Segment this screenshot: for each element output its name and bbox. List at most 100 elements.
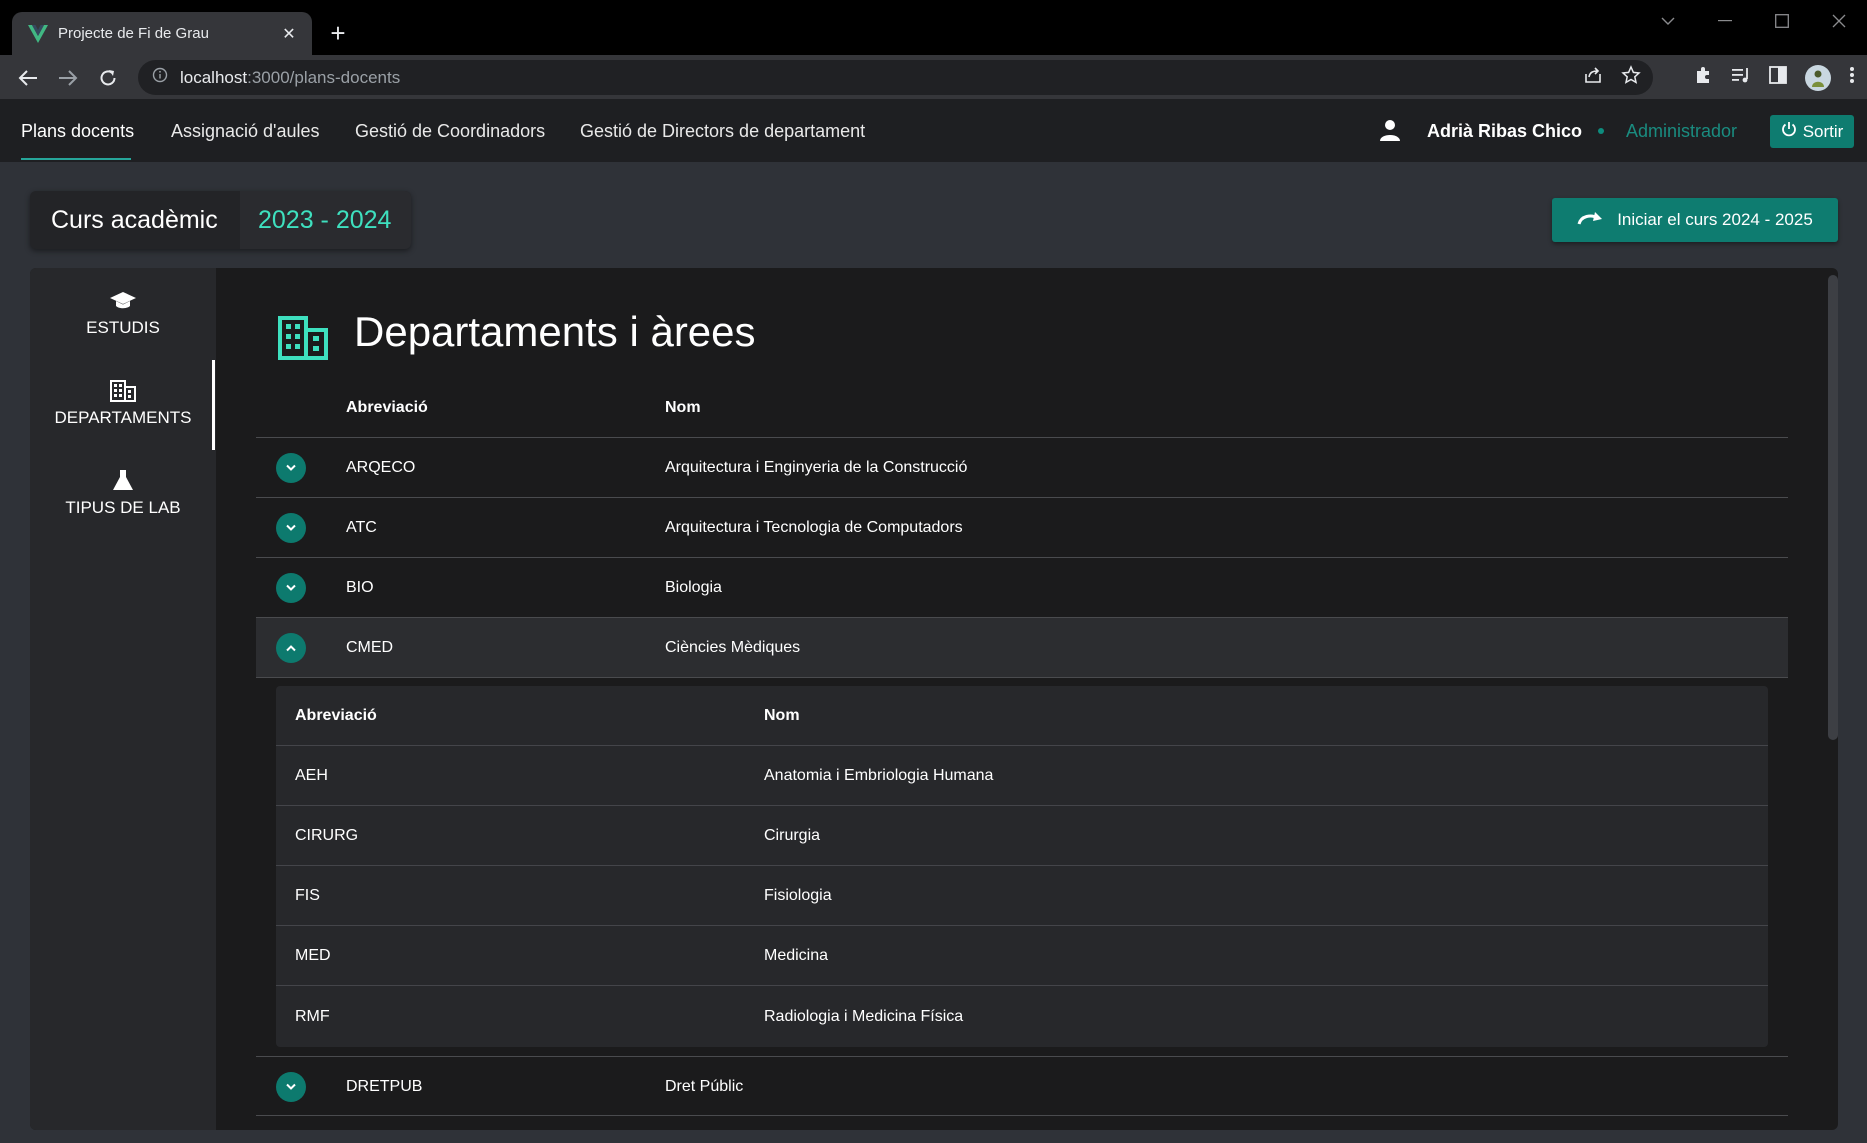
browser-menu-icon[interactable]	[1849, 66, 1855, 89]
sidebar-item-label: ESTUDIS	[86, 318, 160, 337]
areas-table-header: Abreviació Nom	[276, 686, 1768, 746]
area-name: Anatomia i Embriologia Humana	[764, 767, 994, 784]
nav-item-assignacio-aules[interactable]: Assignació d'aules	[171, 100, 320, 162]
site-info-icon[interactable]	[152, 67, 168, 88]
logout-label: Sortir	[1802, 121, 1844, 141]
maximize-icon[interactable]	[1753, 0, 1810, 42]
start-next-year-label: Iniciar el curs 2024 - 2025	[1617, 210, 1813, 229]
department-name: Dret Públic	[665, 1078, 744, 1095]
column-header-abbr[interactable]: Abreviació	[295, 686, 377, 746]
nav-item-gestio-coordinadors[interactable]: Gestió de Coordinadors	[355, 100, 545, 162]
new-tab-icon[interactable]: +	[324, 20, 352, 48]
department-abbr: BIO	[346, 579, 374, 596]
tab-close-icon[interactable]: ✕	[278, 23, 300, 45]
expand-button[interactable]	[276, 1072, 306, 1102]
sidebar-active-indicator	[212, 360, 215, 450]
area-name: Cirurgia	[764, 827, 821, 844]
column-header-name[interactable]: Nom	[764, 686, 800, 746]
bookmark-star-icon[interactable]	[1621, 65, 1641, 90]
departments-content: Departaments i àrees Abreviació Nom ARQE…	[216, 268, 1838, 1130]
graduation-cap-icon	[109, 284, 137, 312]
areas-table: Abreviació Nom AEH Anatomia i Embriologi…	[276, 686, 1768, 1047]
table-row[interactable]: FIS Fisiologia	[276, 866, 1768, 926]
table-row[interactable]: AEH Anatomia i Embriologia Humana	[276, 746, 1768, 806]
table-row[interactable]: ATC Arquitectura i Tecnologia de Computa…	[256, 498, 1788, 558]
side-panel-icon[interactable]	[1769, 66, 1787, 89]
sidebar-item-departaments[interactable]: DEPARTAMENTS	[30, 374, 216, 428]
academic-year-label: Curs acadèmic	[51, 205, 218, 234]
area-name: Medicina	[764, 947, 829, 964]
main-panel: ESTUDIS DEPARTAMENTS TIPUS DE LAB Depart…	[30, 268, 1838, 1130]
vue-logo-icon	[26, 22, 50, 46]
table-header: Abreviació Nom	[256, 378, 1788, 438]
page-title: Departaments i àrees	[354, 308, 756, 355]
department-abbr: CMED	[346, 639, 394, 656]
user-name: Adrià Ribas Chico	[1427, 120, 1583, 141]
expand-button[interactable]	[276, 573, 306, 603]
area-abbr: CIRURG	[295, 827, 359, 844]
area-abbr: FIS	[295, 887, 320, 904]
sidebar-item-label: TIPUS DE LAB	[65, 498, 181, 517]
address-bar[interactable]: localhost:3000/plans-docents	[138, 60, 1653, 95]
forward-icon[interactable]	[54, 64, 82, 92]
department-name: Arquitectura i Tecnologia de Computadors	[665, 519, 963, 536]
nav-item-gestio-directors[interactable]: Gestió de Directors de departament	[580, 100, 865, 162]
separator-dot	[1598, 128, 1604, 134]
browser-tabstrip: Projecte de Fi de Grau ✕ +	[0, 0, 1867, 55]
sidebar-item-tipus-lab[interactable]: TIPUS DE LAB	[30, 464, 216, 518]
extensions-icon[interactable]	[1693, 65, 1713, 90]
user-icon	[1378, 118, 1402, 147]
profile-avatar[interactable]	[1805, 64, 1831, 91]
chevron-down-icon[interactable]	[1639, 0, 1696, 42]
user-role: Administrador	[1626, 120, 1738, 141]
area-abbr: RMF	[295, 1008, 330, 1025]
logout-button[interactable]: Sortir	[1770, 115, 1854, 148]
building-icon	[278, 314, 328, 365]
sidebar-item-estudis[interactable]: ESTUDIS	[30, 284, 216, 338]
reload-icon[interactable]	[94, 64, 122, 92]
back-icon[interactable]	[14, 64, 42, 92]
sidebar-item-label: DEPARTAMENTS	[54, 408, 192, 427]
start-next-year-button[interactable]: Iniciar el curs 2024 - 2025	[1552, 198, 1838, 242]
column-header-name[interactable]: Nom	[665, 378, 701, 438]
flask-icon	[112, 464, 134, 492]
table-row[interactable]: DRETPUB Dret Públic	[256, 1056, 1788, 1116]
area-name: Fisiologia	[764, 887, 832, 904]
expand-button[interactable]	[276, 453, 306, 483]
url-host: localhost	[180, 67, 248, 87]
nav-item-plans-docents[interactable]: Plans docents	[21, 100, 134, 162]
browser-tab[interactable]: Projecte de Fi de Grau ✕	[12, 12, 312, 55]
table-row-expanded[interactable]: CMED Ciències Mèdiques	[256, 618, 1788, 678]
department-name: Ciències Mèdiques	[665, 639, 801, 656]
content-scrollbar[interactable]	[1828, 275, 1838, 740]
redo-arrow-icon	[1577, 210, 1603, 230]
academic-year-value[interactable]: 2023 - 2024	[240, 191, 411, 249]
power-icon	[1781, 121, 1797, 142]
media-queue-icon[interactable]	[1731, 66, 1751, 89]
url-path: :3000/plans-docents	[247, 67, 401, 87]
minimize-icon[interactable]	[1696, 0, 1753, 42]
department-name: Biologia	[665, 579, 722, 596]
share-icon[interactable]	[1583, 66, 1603, 89]
table-row[interactable]: CIRURG Cirurgia	[276, 806, 1768, 866]
table-row[interactable]: RMF Radiologia i Medicina Física	[276, 987, 1768, 1047]
table-row[interactable]: MED Medicina	[276, 926, 1768, 986]
nav-active-indicator	[21, 158, 131, 160]
url-text: localhost:3000/plans-docents	[180, 68, 400, 88]
department-abbr: ATC	[346, 519, 377, 536]
window-controls	[1639, 0, 1867, 42]
browser-toolbar: localhost:3000/plans-docents	[0, 55, 1867, 100]
department-name: Arquitectura i Enginyeria de la Construc…	[665, 459, 968, 476]
table-row[interactable]: ARQECO Arquitectura i Enginyeria de la C…	[256, 438, 1788, 498]
table-row[interactable]: BIO Biologia	[256, 558, 1788, 618]
close-icon[interactable]	[1810, 0, 1867, 42]
area-name: Radiologia i Medicina Física	[764, 1008, 964, 1025]
academic-year-card: Curs acadèmic 2023 - 2024	[30, 191, 411, 249]
expand-button[interactable]	[276, 513, 306, 543]
building-icon	[110, 374, 136, 402]
department-abbr: DRETPUB	[346, 1078, 423, 1095]
tab-title: Projecte de Fi de Grau	[58, 25, 209, 42]
collapse-button[interactable]	[276, 633, 306, 663]
column-header-abbr[interactable]: Abreviació	[346, 378, 428, 438]
area-abbr: AEH	[295, 767, 328, 784]
